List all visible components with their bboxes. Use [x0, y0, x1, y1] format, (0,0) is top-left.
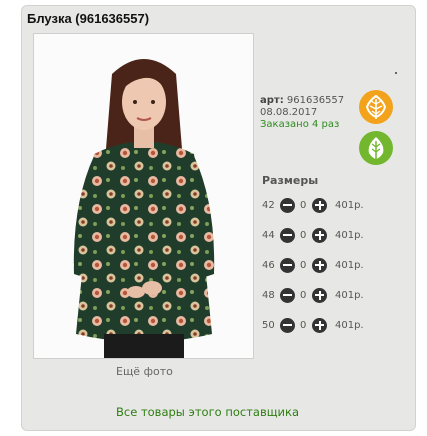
- size-label: 50: [262, 319, 275, 331]
- size-price: 401р.: [335, 199, 364, 211]
- plus-icon[interactable]: [312, 257, 327, 273]
- size-label: 42: [262, 199, 275, 211]
- minus-icon[interactable]: [280, 287, 295, 303]
- size-price: 401р.: [335, 289, 364, 301]
- size-price: 401р.: [335, 259, 364, 271]
- plus-icon[interactable]: [312, 197, 327, 213]
- size-label: 48: [262, 289, 275, 301]
- autumn-leaf-icon: [359, 90, 393, 124]
- minus-icon[interactable]: [280, 257, 295, 273]
- minus-icon[interactable]: [280, 317, 295, 333]
- supplier-products-link[interactable]: Все товары этого поставщика: [116, 405, 299, 419]
- product-photo[interactable]: [33, 33, 254, 359]
- size-label: 46: [262, 259, 275, 271]
- product-meta: арт: 961636557 08.08.2017 Заказано 4 раз: [260, 95, 344, 131]
- size-label: 44: [262, 229, 275, 241]
- plus-icon[interactable]: [312, 227, 327, 243]
- product-photo-image: [34, 34, 253, 358]
- size-qty: 0: [300, 229, 307, 241]
- size-row: 44 0 401р.: [262, 227, 364, 243]
- product-date: 08.08.2017: [260, 107, 318, 118]
- green-leaf-icon: [359, 131, 393, 165]
- size-qty: 0: [300, 259, 307, 271]
- size-price: 401р.: [335, 319, 364, 331]
- plus-icon[interactable]: [312, 287, 327, 303]
- size-qty: 0: [300, 199, 307, 211]
- product-title: Блузка (961636557): [27, 11, 150, 26]
- size-row: 46 0 401р.: [262, 257, 364, 273]
- size-price: 401р.: [335, 229, 364, 241]
- ordered-count: Заказано 4 раз: [260, 119, 340, 130]
- art-value: 961636557: [286, 95, 345, 106]
- sizes-title: Размеры: [262, 174, 319, 187]
- size-row: 50 0 401р.: [262, 317, 364, 333]
- minus-icon[interactable]: [280, 227, 295, 243]
- art-label: арт:: [260, 95, 284, 106]
- size-row: 48 0 401р.: [262, 287, 364, 303]
- size-qty: 0: [300, 289, 307, 301]
- more-photos-link[interactable]: Ещё фото: [116, 365, 173, 378]
- plus-icon[interactable]: [312, 317, 327, 333]
- separator-dot: [395, 72, 397, 74]
- size-qty: 0: [300, 319, 307, 331]
- minus-icon[interactable]: [280, 197, 295, 213]
- size-row: 42 0 401р.: [262, 197, 364, 213]
